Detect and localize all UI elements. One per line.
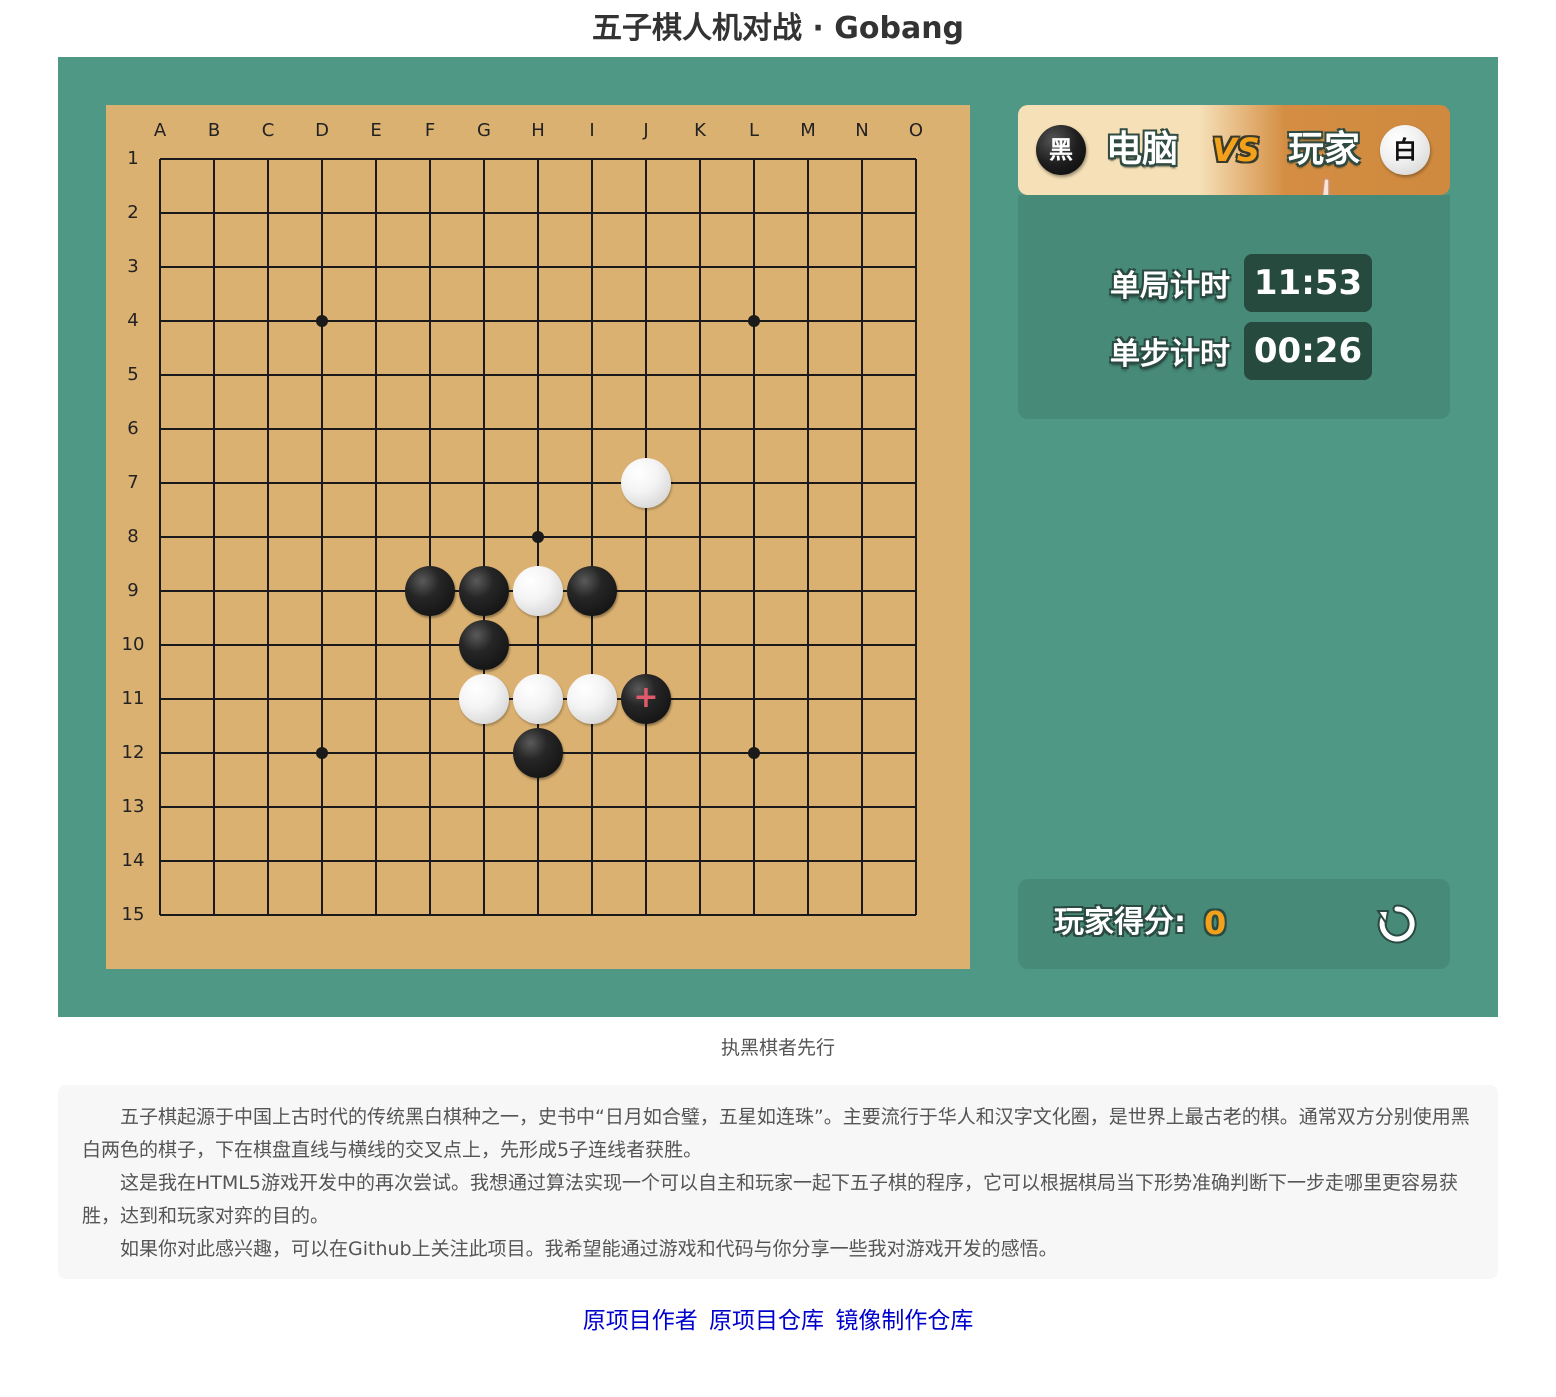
player-score-value: 0 [1204,904,1227,942]
author-link[interactable]: 原项目作者 [583,1308,698,1334]
black-stone [405,566,455,616]
white-stone [567,674,617,724]
board-grid [159,158,917,916]
white-stone [459,674,509,724]
star-point [748,315,760,327]
description-paragraph: 五子棋起源于中国上古时代的传统黑白棋种之一，史书中“日月如合璧，五星如连珠”。主… [82,1106,1470,1161]
column-label: O [908,120,924,141]
column-label: G [477,120,491,141]
row-label: 7 [127,472,139,493]
row-label: 12 [121,742,145,763]
row-label: 8 [127,526,139,547]
step-timer-value: 00:26 [1244,322,1372,380]
game-timer-label: 单局计时 [1110,269,1230,304]
description-paragraph: 如果你对此感兴趣，可以在Github上关注此项目。我希望能通过游戏和代码与你分享… [120,1238,1058,1260]
footer-links: 原项目作者 原项目仓库 镜像制作仓库 [0,1304,1556,1338]
description-box: 五子棋起源于中国上古时代的传统黑白棋种之一，史书中“日月如合璧，五星如连珠”。主… [58,1085,1498,1279]
last-move-marker: + [633,680,659,715]
player-score-label: 玩家得分: [1054,905,1186,940]
player-white-avatar: 白 [1380,125,1430,175]
row-label: 5 [127,364,139,385]
black-stone [459,620,509,670]
column-label: D [315,120,329,141]
row-label: 1 [127,148,139,169]
game-timer-value: 11:53 [1244,254,1372,312]
column-label: I [589,120,595,141]
column-label: A [153,120,167,141]
timer-panel: 单局计时 11:53 单步计时 00:26 [1018,195,1450,419]
column-label: N [855,120,869,141]
vs-bar: 黑 电脑 VS 玩家 白 [1018,105,1450,225]
black-stone: + [621,674,671,724]
column-label: J [643,120,649,141]
column-label: F [424,120,436,141]
row-label: 9 [127,580,139,601]
black-stone [459,566,509,616]
black-stone [513,728,563,778]
computer-name: 电脑 [1106,129,1179,170]
mirror-repo-link[interactable]: 镜像制作仓库 [835,1308,973,1334]
game-stage: ABCDEFGHIJKLMNO 1 2 3 4 5 6 7 8 9 10 11 12 13 14 15 + … [58,57,1498,1017]
row-label: 14 [121,850,145,871]
computer-black-avatar: 黑 [1036,125,1086,175]
white-stone [513,674,563,724]
gobang-board[interactable]: ABCDEFGHIJKLMNO 1 2 3 4 5 6 7 8 9 10 11 12 13 14 15 + [106,105,970,969]
row-label: 11 [121,688,145,709]
description-paragraph: 这是我在HTML5游戏开发中的再次尝试。我想通过算法实现一个可以自主和玩家一起下… [82,1172,1458,1227]
star-point [316,747,328,759]
repo-link[interactable]: 原项目仓库 [709,1308,824,1334]
page-title: 五子棋人机对战 · Gobang [591,11,965,46]
row-label: 10 [121,634,145,655]
row-label: 15 [121,904,145,925]
column-label: L [748,120,760,141]
row-label: 2 [127,202,139,223]
restart-icon[interactable] [1374,901,1420,947]
first-move-hint: 执黑棋者先行 [720,1037,835,1059]
row-label: 3 [127,256,139,277]
row-label: 6 [127,418,139,439]
step-timer-label: 单步计时 [1110,337,1230,372]
white-stone [621,458,671,508]
star-point [532,531,544,543]
column-label: M [800,120,816,141]
column-label: E [370,120,382,141]
star-point [748,747,760,759]
black-stone [567,566,617,616]
white-stone [513,566,563,616]
column-label: B [207,120,221,141]
vs-label: VS [1212,131,1260,169]
column-label: H [531,120,545,141]
player-name: 玩家 [1288,129,1361,170]
score-panel: 玩家得分: 0 [1018,879,1450,969]
row-label: 13 [121,796,145,817]
column-label: C [261,120,275,141]
row-label: 4 [127,310,139,331]
star-point [316,315,328,327]
column-label: K [694,120,706,141]
